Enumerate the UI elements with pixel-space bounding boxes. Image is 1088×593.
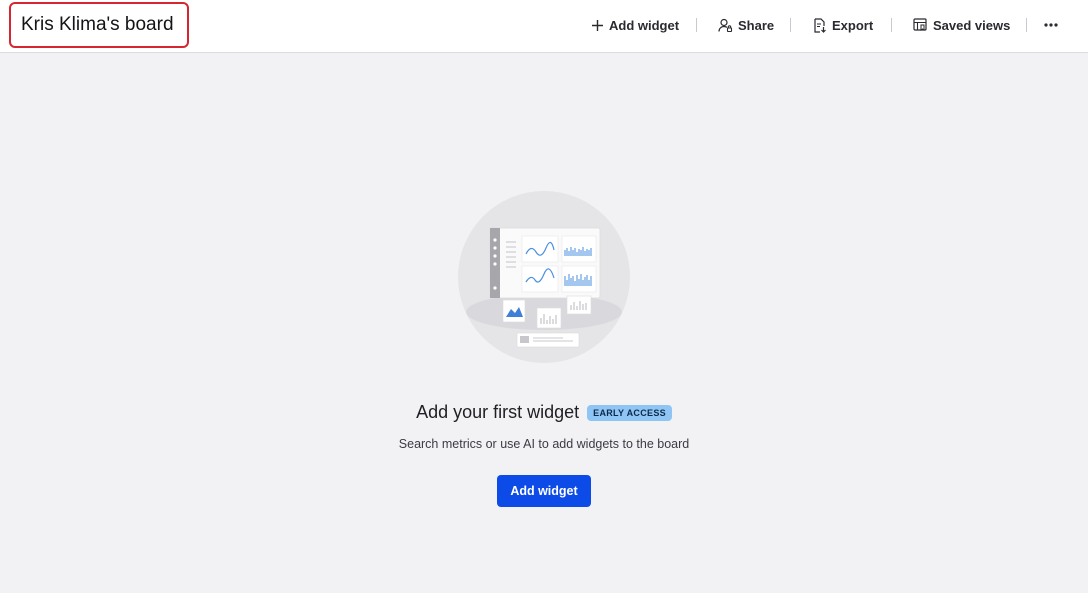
add-widget-toolbar-button[interactable]: Add widget: [591, 15, 679, 35]
toolbar-divider: [891, 18, 892, 32]
user-share-icon: [718, 18, 733, 32]
dashboard-illustration: [458, 191, 630, 363]
empty-state-heading: Add your first widget EARLY ACCESS: [0, 402, 1088, 423]
toolbar-divider: [696, 18, 697, 32]
plus-icon: [592, 19, 603, 31]
toolbar-divider: [790, 18, 791, 32]
saved-views-label: Saved views: [933, 17, 1011, 33]
empty-state-subtitle: Search metrics or use AI to add widgets …: [398, 437, 690, 451]
export-button[interactable]: Export: [813, 15, 873, 35]
saved-views-icon: [913, 18, 927, 31]
add-widget-button[interactable]: Add widget: [497, 475, 591, 507]
toolbar: Add widget Share Export Saved views: [0, 0, 1088, 52]
saved-views-button[interactable]: Saved views: [913, 15, 1010, 35]
export-label: Export: [832, 17, 874, 33]
top-bar: Kris Klima's board Add widget Share Expo…: [0, 0, 1088, 53]
add-widget-label: Add widget: [609, 17, 680, 33]
more-options-icon[interactable]: [1042, 15, 1062, 35]
share-label: Share: [738, 17, 775, 33]
toolbar-divider: [1026, 18, 1027, 32]
early-access-badge: EARLY ACCESS: [587, 404, 672, 421]
share-button[interactable]: Share: [718, 15, 774, 35]
export-file-icon: [814, 17, 826, 33]
empty-state-title: Add your first widget: [416, 402, 580, 422]
